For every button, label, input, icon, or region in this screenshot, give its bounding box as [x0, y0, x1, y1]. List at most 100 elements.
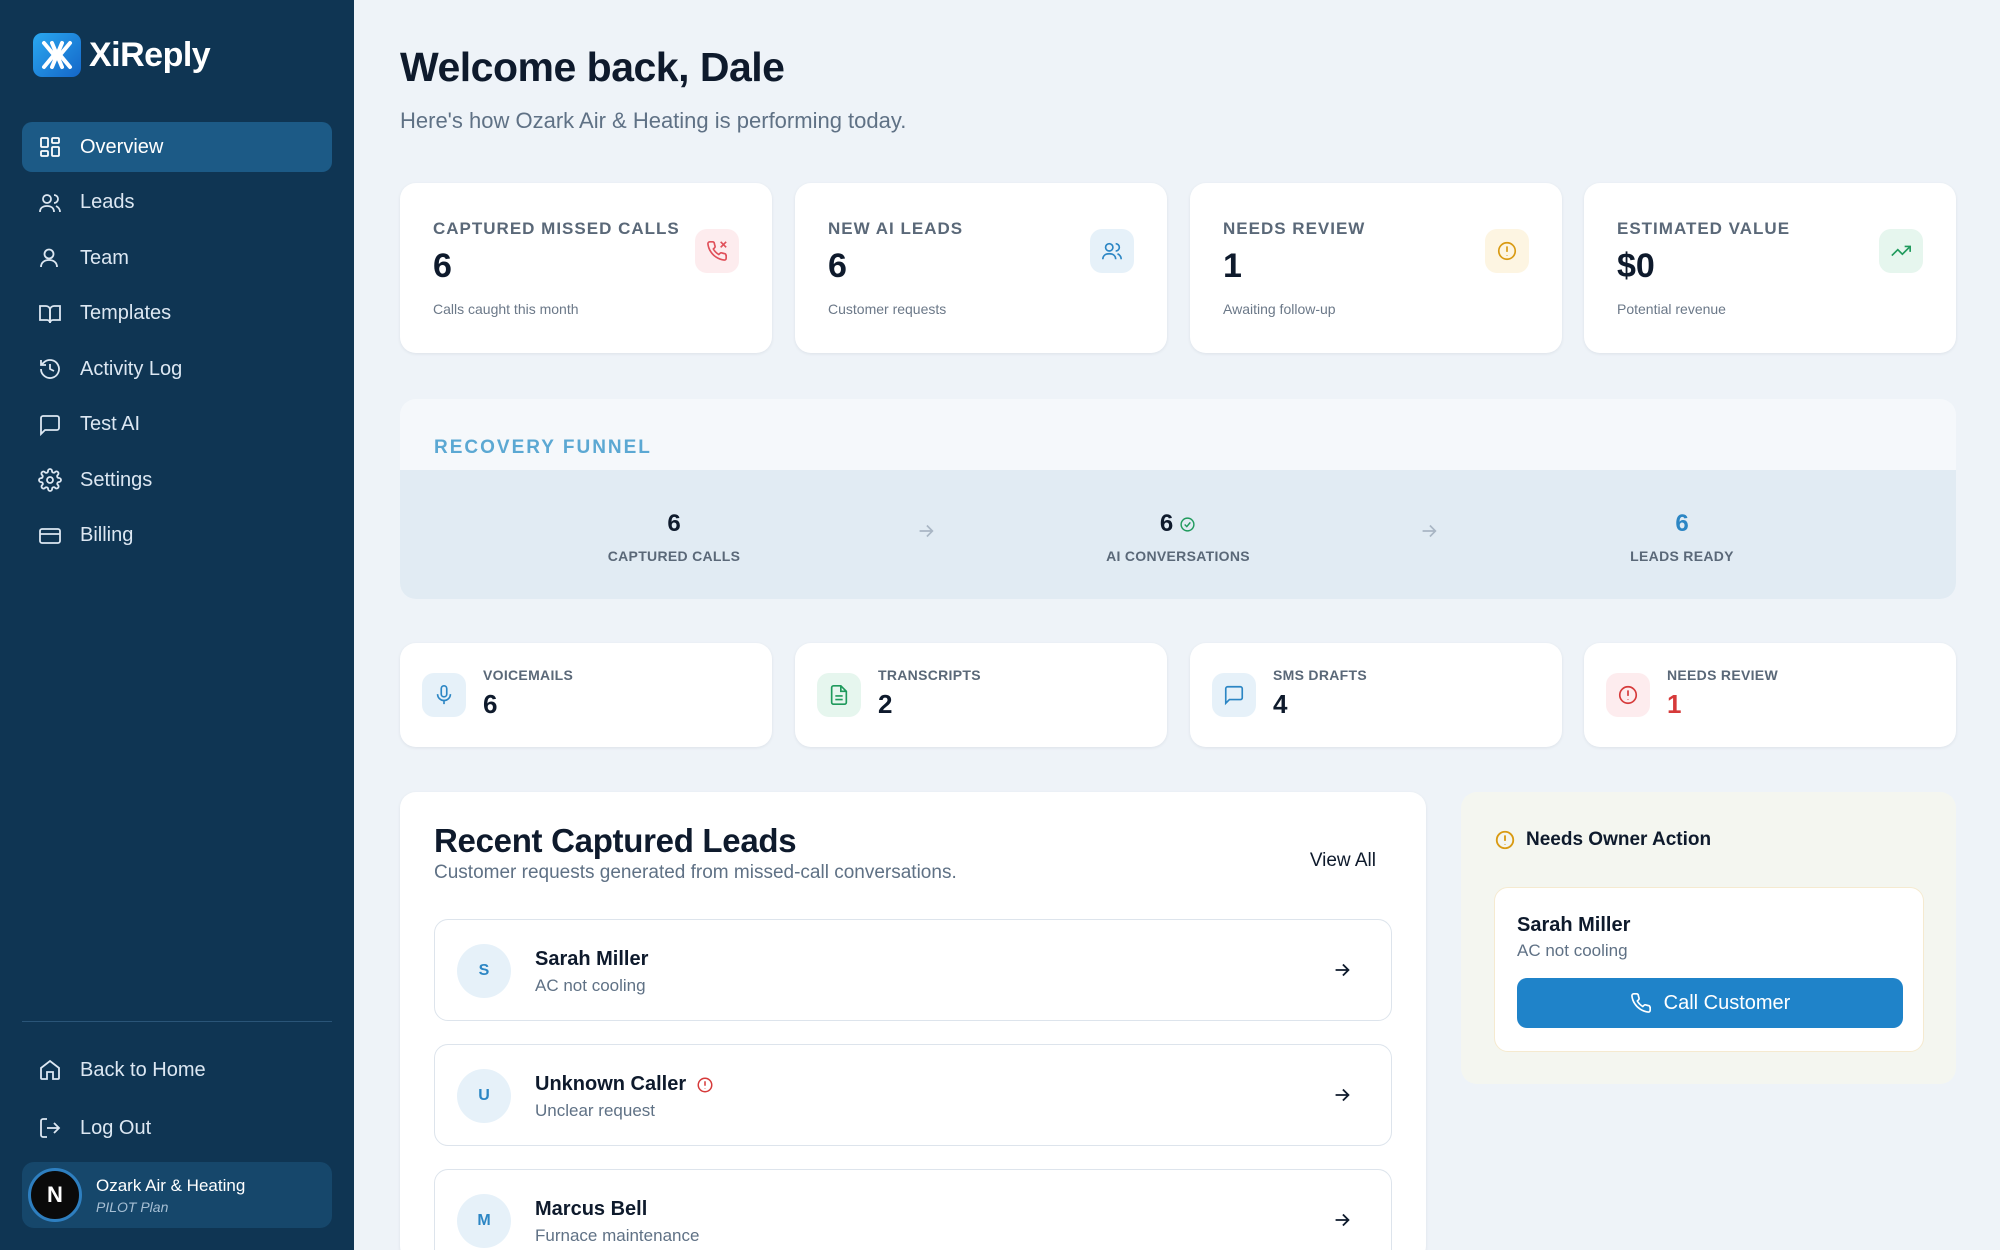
page-subtitle: Here's how Ozark Air & Heating is perfor… [400, 108, 907, 133]
mic-icon [422, 673, 466, 717]
lead-row[interactable]: M Marcus Bell Furnace maintenance [434, 1169, 1392, 1250]
funnel-step-value: 6 [1159, 510, 1174, 537]
sidebar-divider [22, 1021, 332, 1022]
check-circle-icon [1180, 516, 1195, 532]
avatar: N [28, 1168, 82, 1222]
sidebar-item-label: Activity Log [80, 357, 183, 380]
funnel-step-captured-calls: 6 CAPTURED CALLS [524, 510, 824, 564]
mini-stat-value: 2 [878, 689, 893, 719]
view-all-link[interactable]: View All [1310, 850, 1376, 872]
credit-card-icon [39, 527, 61, 544]
account-plan: PILOT Plan [96, 1198, 169, 1215]
lead-avatar: S [457, 944, 511, 998]
funnel-step-label: CAPTURED CALLS [607, 548, 741, 564]
arrow-right-icon[interactable] [1331, 1209, 1353, 1231]
dashboard-icon [40, 137, 60, 157]
lead-name: Marcus Bell [535, 1198, 647, 1221]
lead-name: Unknown Caller [535, 1073, 714, 1096]
history-icon [40, 359, 60, 379]
owner-action-title: Needs Owner Action [1526, 829, 1712, 850]
lead-name-text: Sarah Miller [535, 948, 649, 970]
recovery-funnel: RECOVERY FUNNEL 6 CAPTURED CALLS 6 AI CO… [400, 399, 1956, 599]
stat-label: ESTIMATED VALUE [1617, 219, 1791, 238]
mini-stat-voicemails: VOICEMAILS 6 [400, 643, 772, 747]
users-icon [39, 193, 61, 212]
arrow-right-icon[interactable] [1331, 1084, 1353, 1106]
alert-circle-icon [1495, 830, 1515, 850]
phone-missed-icon [695, 229, 739, 273]
lead-avatar: M [457, 1194, 511, 1248]
lead-name-text: Marcus Bell [535, 1198, 648, 1220]
arrow-right-icon[interactable] [1331, 959, 1353, 981]
gear-icon [38, 468, 62, 492]
brand[interactable]: XiReply [33, 33, 211, 77]
sidebar-item-templates[interactable]: Templates [22, 289, 332, 339]
owner-action-header: Needs Owner Action [1494, 829, 1711, 851]
sidebar-item-team[interactable]: Team [22, 233, 332, 283]
lead-name: Sarah Miller [535, 948, 648, 971]
stat-value: 1 [1223, 247, 1242, 285]
stat-value: 6 [828, 247, 847, 285]
brand-name: XiReply [89, 35, 211, 74]
funnel-step-value: 6 [1675, 510, 1689, 537]
log-out-label: Log Out [80, 1116, 152, 1139]
page-title: Welcome back, Dale [400, 44, 785, 90]
mini-stat-sms-drafts: SMS DRAFTS 4 [1190, 643, 1562, 747]
owner-action-name: Sarah Miller [1517, 914, 1631, 936]
mini-stat-value: 4 [1273, 689, 1288, 719]
stat-card-missed-calls: CAPTURED MISSED CALLS 6 Calls caught thi… [400, 183, 772, 353]
sidebar-item-test-ai[interactable]: Test AI [22, 400, 332, 450]
sidebar-item-leads[interactable]: Leads [22, 178, 332, 228]
mini-stat-label: NEEDS REVIEW [1667, 667, 1778, 683]
sidebar-item-label: Team [80, 246, 129, 269]
funnel-step-value: 6 [667, 510, 681, 537]
owner-action-panel: Needs Owner Action Sarah Miller AC not c… [1461, 792, 1956, 1084]
owner-action-desc: AC not cooling [1517, 941, 1628, 960]
lead-avatar: U [457, 1069, 511, 1123]
arrow-right-icon [919, 524, 934, 538]
users-icon [1090, 229, 1134, 273]
lead-row[interactable]: U Unknown Caller Unclear request [434, 1044, 1392, 1146]
back-to-home-label: Back to Home [80, 1058, 206, 1081]
sidebar-item-settings[interactable]: Settings [22, 455, 332, 505]
message-icon [1212, 673, 1256, 717]
sidebar-item-billing[interactable]: Billing [22, 511, 332, 561]
mini-stat-label: SMS DRAFTS [1273, 667, 1367, 683]
stat-caption: Awaiting follow-up [1223, 301, 1336, 317]
stat-caption: Customer requests [828, 301, 947, 317]
user-icon [40, 248, 58, 268]
chat-icon [40, 414, 60, 436]
sidebar-item-overview[interactable]: Overview [22, 122, 332, 172]
brand-logo-icon [33, 33, 81, 77]
funnel-steps: 6 CAPTURED CALLS 6 AI CONVERSATIONS 6 LE… [400, 470, 1956, 599]
lead-desc: Furnace maintenance [535, 1226, 700, 1245]
funnel-step-label: AI CONVERSATIONS [1106, 548, 1250, 564]
funnel-step-label: LEADS READY [1630, 548, 1734, 564]
stat-value: 6 [433, 247, 452, 285]
log-out-link[interactable]: Log Out [22, 1102, 332, 1154]
call-customer-button[interactable]: Call Customer [1517, 978, 1903, 1028]
stat-caption: Calls caught this month [433, 301, 579, 317]
leads-subtitle: Customer requests generated from missed-… [434, 862, 957, 883]
lead-desc: Unclear request [535, 1101, 656, 1120]
lead-desc: AC not cooling [535, 976, 646, 995]
mini-stat-value: 1 [1667, 689, 1682, 719]
sidebar-item-label: Leads [80, 191, 135, 213]
account-name: Ozark Air & Heating [96, 1175, 246, 1195]
lead-row[interactable]: S Sarah Miller AC not cooling [434, 919, 1392, 1021]
sidebar-item-activity-log[interactable]: Activity Log [22, 344, 332, 394]
home-icon [40, 1059, 60, 1080]
stat-caption: Potential revenue [1617, 301, 1726, 317]
back-to-home-link[interactable]: Back to Home [22, 1044, 332, 1096]
account-switcher[interactable]: N Ozark Air & Heating PILOT Plan [22, 1162, 332, 1228]
logout-icon [40, 1118, 61, 1138]
mini-stat-label: TRANSCRIPTS [878, 667, 981, 683]
mini-stat-value: 6 [483, 689, 498, 719]
mini-stat-transcripts: TRANSCRIPTS 2 [795, 643, 1167, 747]
alert-circle-icon [697, 1077, 713, 1092]
mini-stat-label: VOICEMAILS [483, 667, 574, 683]
stat-card-needs-review: NEEDS REVIEW 1 Awaiting follow-up [1190, 183, 1562, 353]
sidebar-item-label: Settings [80, 468, 153, 491]
document-icon [817, 673, 861, 717]
funnel-step-value-wrap: 6 [1160, 510, 1196, 538]
